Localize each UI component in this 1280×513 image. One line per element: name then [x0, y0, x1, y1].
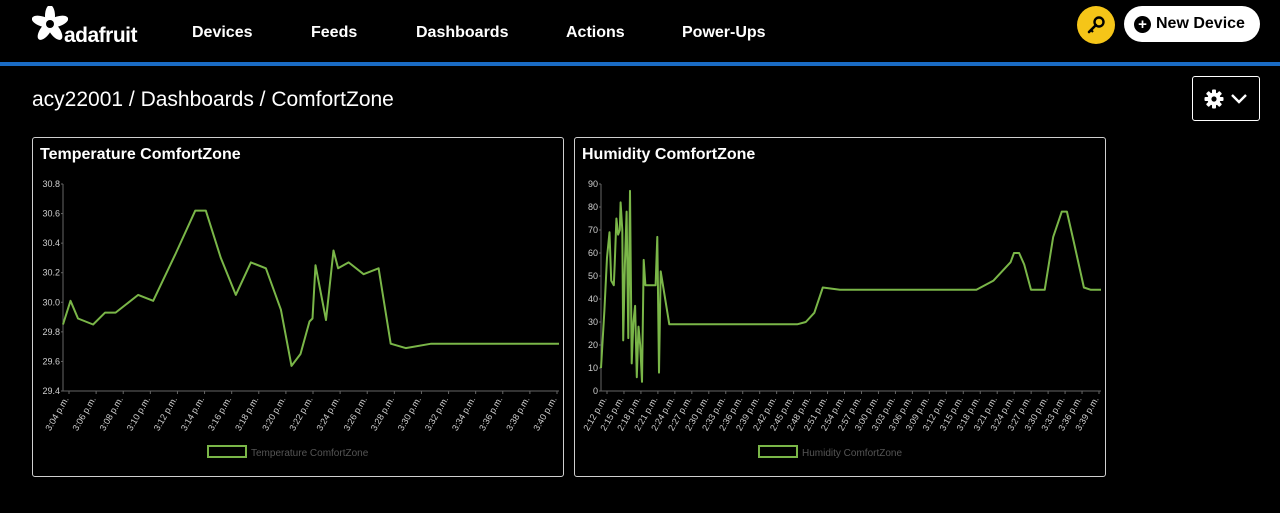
dashboard-settings-button[interactable]	[1192, 76, 1260, 121]
nav-actions[interactable]: Actions	[566, 24, 625, 42]
nav-dashboards[interactable]: Dashboards	[416, 24, 508, 42]
y-tick-label: 0	[593, 386, 598, 396]
y-tick-label: 30.0	[42, 297, 60, 307]
y-tick-label: 29.4	[42, 386, 60, 396]
y-tick-label: 30.2	[42, 268, 60, 278]
chevron-down-icon	[1231, 93, 1247, 104]
x-tick-label: 3:22 p.m.	[287, 395, 314, 433]
x-tick-label: 3:06 p.m.	[70, 395, 97, 433]
x-tick-label: 3:12 p.m.	[152, 395, 179, 433]
x-tick-label: 3:38 p.m.	[504, 395, 531, 433]
y-tick-label: 80	[588, 202, 598, 212]
x-tick-label: 3:10 p.m.	[125, 395, 152, 433]
y-tick-label: 30	[588, 317, 598, 327]
y-tick-label: 20	[588, 340, 598, 350]
legend-swatch	[207, 445, 247, 458]
api-key-button[interactable]	[1077, 6, 1115, 44]
nav-power-ups[interactable]: Power-Ups	[682, 24, 766, 42]
y-tick-label: 70	[588, 225, 598, 235]
temperature-chart-panel[interactable]: Temperature ComfortZone 29.4 29.6 29.8 30.0…	[32, 137, 564, 477]
humidity-chart-panel[interactable]: Humidity ComfortZone 0 10 20 30 40 50 60 70 80 90…	[574, 137, 1106, 477]
nav-devices[interactable]: Devices	[192, 24, 253, 42]
x-tick-label: 3:34 p.m.	[450, 395, 477, 433]
legend-label: Temperature ComfortZone	[251, 448, 369, 459]
adafruit-flower-icon	[32, 6, 68, 40]
plus-circle-icon: +	[1134, 15, 1151, 33]
top-navigation-bar: adafruit Devices Feeds Dashboards Action…	[0, 0, 1280, 62]
logo-text: adafruit	[64, 24, 138, 47]
humidity-line-chart: 01020304050607080902:12 p.m.2:15 p.m.2:1…	[581, 179, 1101, 459]
y-tick-label: 90	[588, 179, 598, 189]
x-tick-label: 3:26 p.m.	[342, 395, 369, 433]
x-tick-label: 3:16 p.m.	[206, 395, 233, 433]
x-tick-label: 3:36 p.m.	[477, 395, 504, 433]
y-tick-label: 50	[588, 271, 598, 281]
y-tick-label: 10	[588, 363, 598, 373]
y-tick-label: 40	[588, 294, 598, 304]
temperature-line-chart: 29.4 29.6 29.8 30.0 30.2 30.4 30.6 30.8 3:04 p.m…	[42, 179, 559, 459]
x-tick-label: 3:20 p.m.	[260, 395, 287, 433]
x-tick-label: 3:18 p.m.	[233, 395, 260, 433]
gear-icon	[1204, 89, 1224, 108]
header-divider	[0, 62, 1280, 66]
breadcrumb: acy22001 / Dashboards / ComfortZone	[32, 88, 394, 111]
x-tick-label: 3:14 p.m.	[179, 395, 206, 433]
legend-label: Humidity ComfortZone	[802, 448, 902, 459]
y-tick-label: 60	[588, 248, 598, 258]
series-line	[62, 209, 559, 367]
x-tick-label: 3:04 p.m.	[43, 395, 70, 433]
new-device-label: New Device	[1156, 15, 1245, 32]
y-tick-label: 30.8	[42, 179, 60, 189]
adafruit-logo[interactable]: adafruit	[30, 6, 145, 47]
new-device-button[interactable]: + New Device	[1124, 6, 1260, 42]
key-icon	[1087, 16, 1105, 34]
x-tick-label: 3:28 p.m.	[369, 395, 396, 433]
series-line	[600, 189, 1101, 383]
x-tick-label: 3:30 p.m.	[396, 395, 423, 433]
y-tick-label: 29.8	[42, 327, 60, 337]
y-tick-label: 29.6	[42, 356, 60, 366]
x-tick-label: 3:08 p.m.	[98, 395, 125, 433]
x-tick-label: 3:40 p.m.	[531, 395, 558, 433]
legend-swatch	[758, 445, 798, 458]
y-tick-label: 30.4	[42, 238, 60, 248]
x-tick-label: 3:24 p.m.	[314, 395, 341, 433]
y-tick-label: 30.6	[42, 209, 60, 219]
x-tick-label: 3:32 p.m.	[423, 395, 450, 433]
nav-feeds[interactable]: Feeds	[311, 24, 357, 42]
